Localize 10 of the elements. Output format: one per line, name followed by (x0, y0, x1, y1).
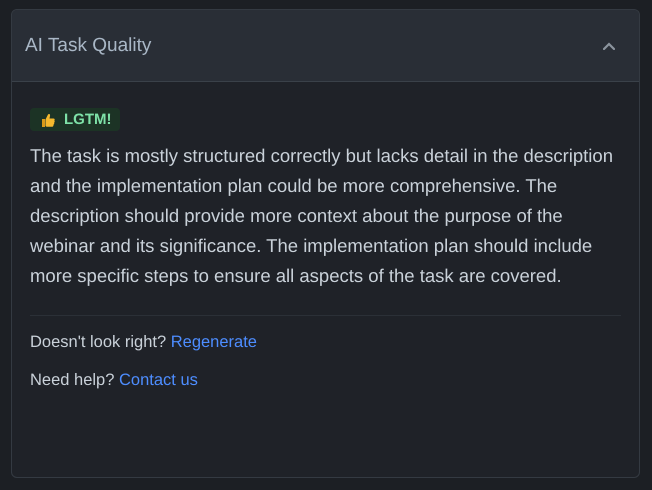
panel-title: AI Task Quality (25, 34, 152, 56)
panel-header[interactable]: AI Task Quality (12, 10, 639, 82)
help-text: Need help? Contact us (30, 370, 199, 390)
verdict-badge: LGTM! (30, 108, 120, 131)
thumbs-up-icon (40, 112, 56, 128)
chevron-icon[interactable] (603, 42, 615, 50)
summary-text: The task is mostly structured correctly but lacks detail in the description and the implementation plan could be more comprehensive. The description should provide more context about the purpose of the webinar and its significance. The implementation plan should include more specific steps to ensure all aspects of the task are covered. (30, 144, 614, 288)
link[interactable]: Regenerate (170, 332, 257, 350)
help-text: Doesn't look right? Regenerate (30, 332, 258, 352)
link[interactable]: Contact us (119, 370, 198, 388)
